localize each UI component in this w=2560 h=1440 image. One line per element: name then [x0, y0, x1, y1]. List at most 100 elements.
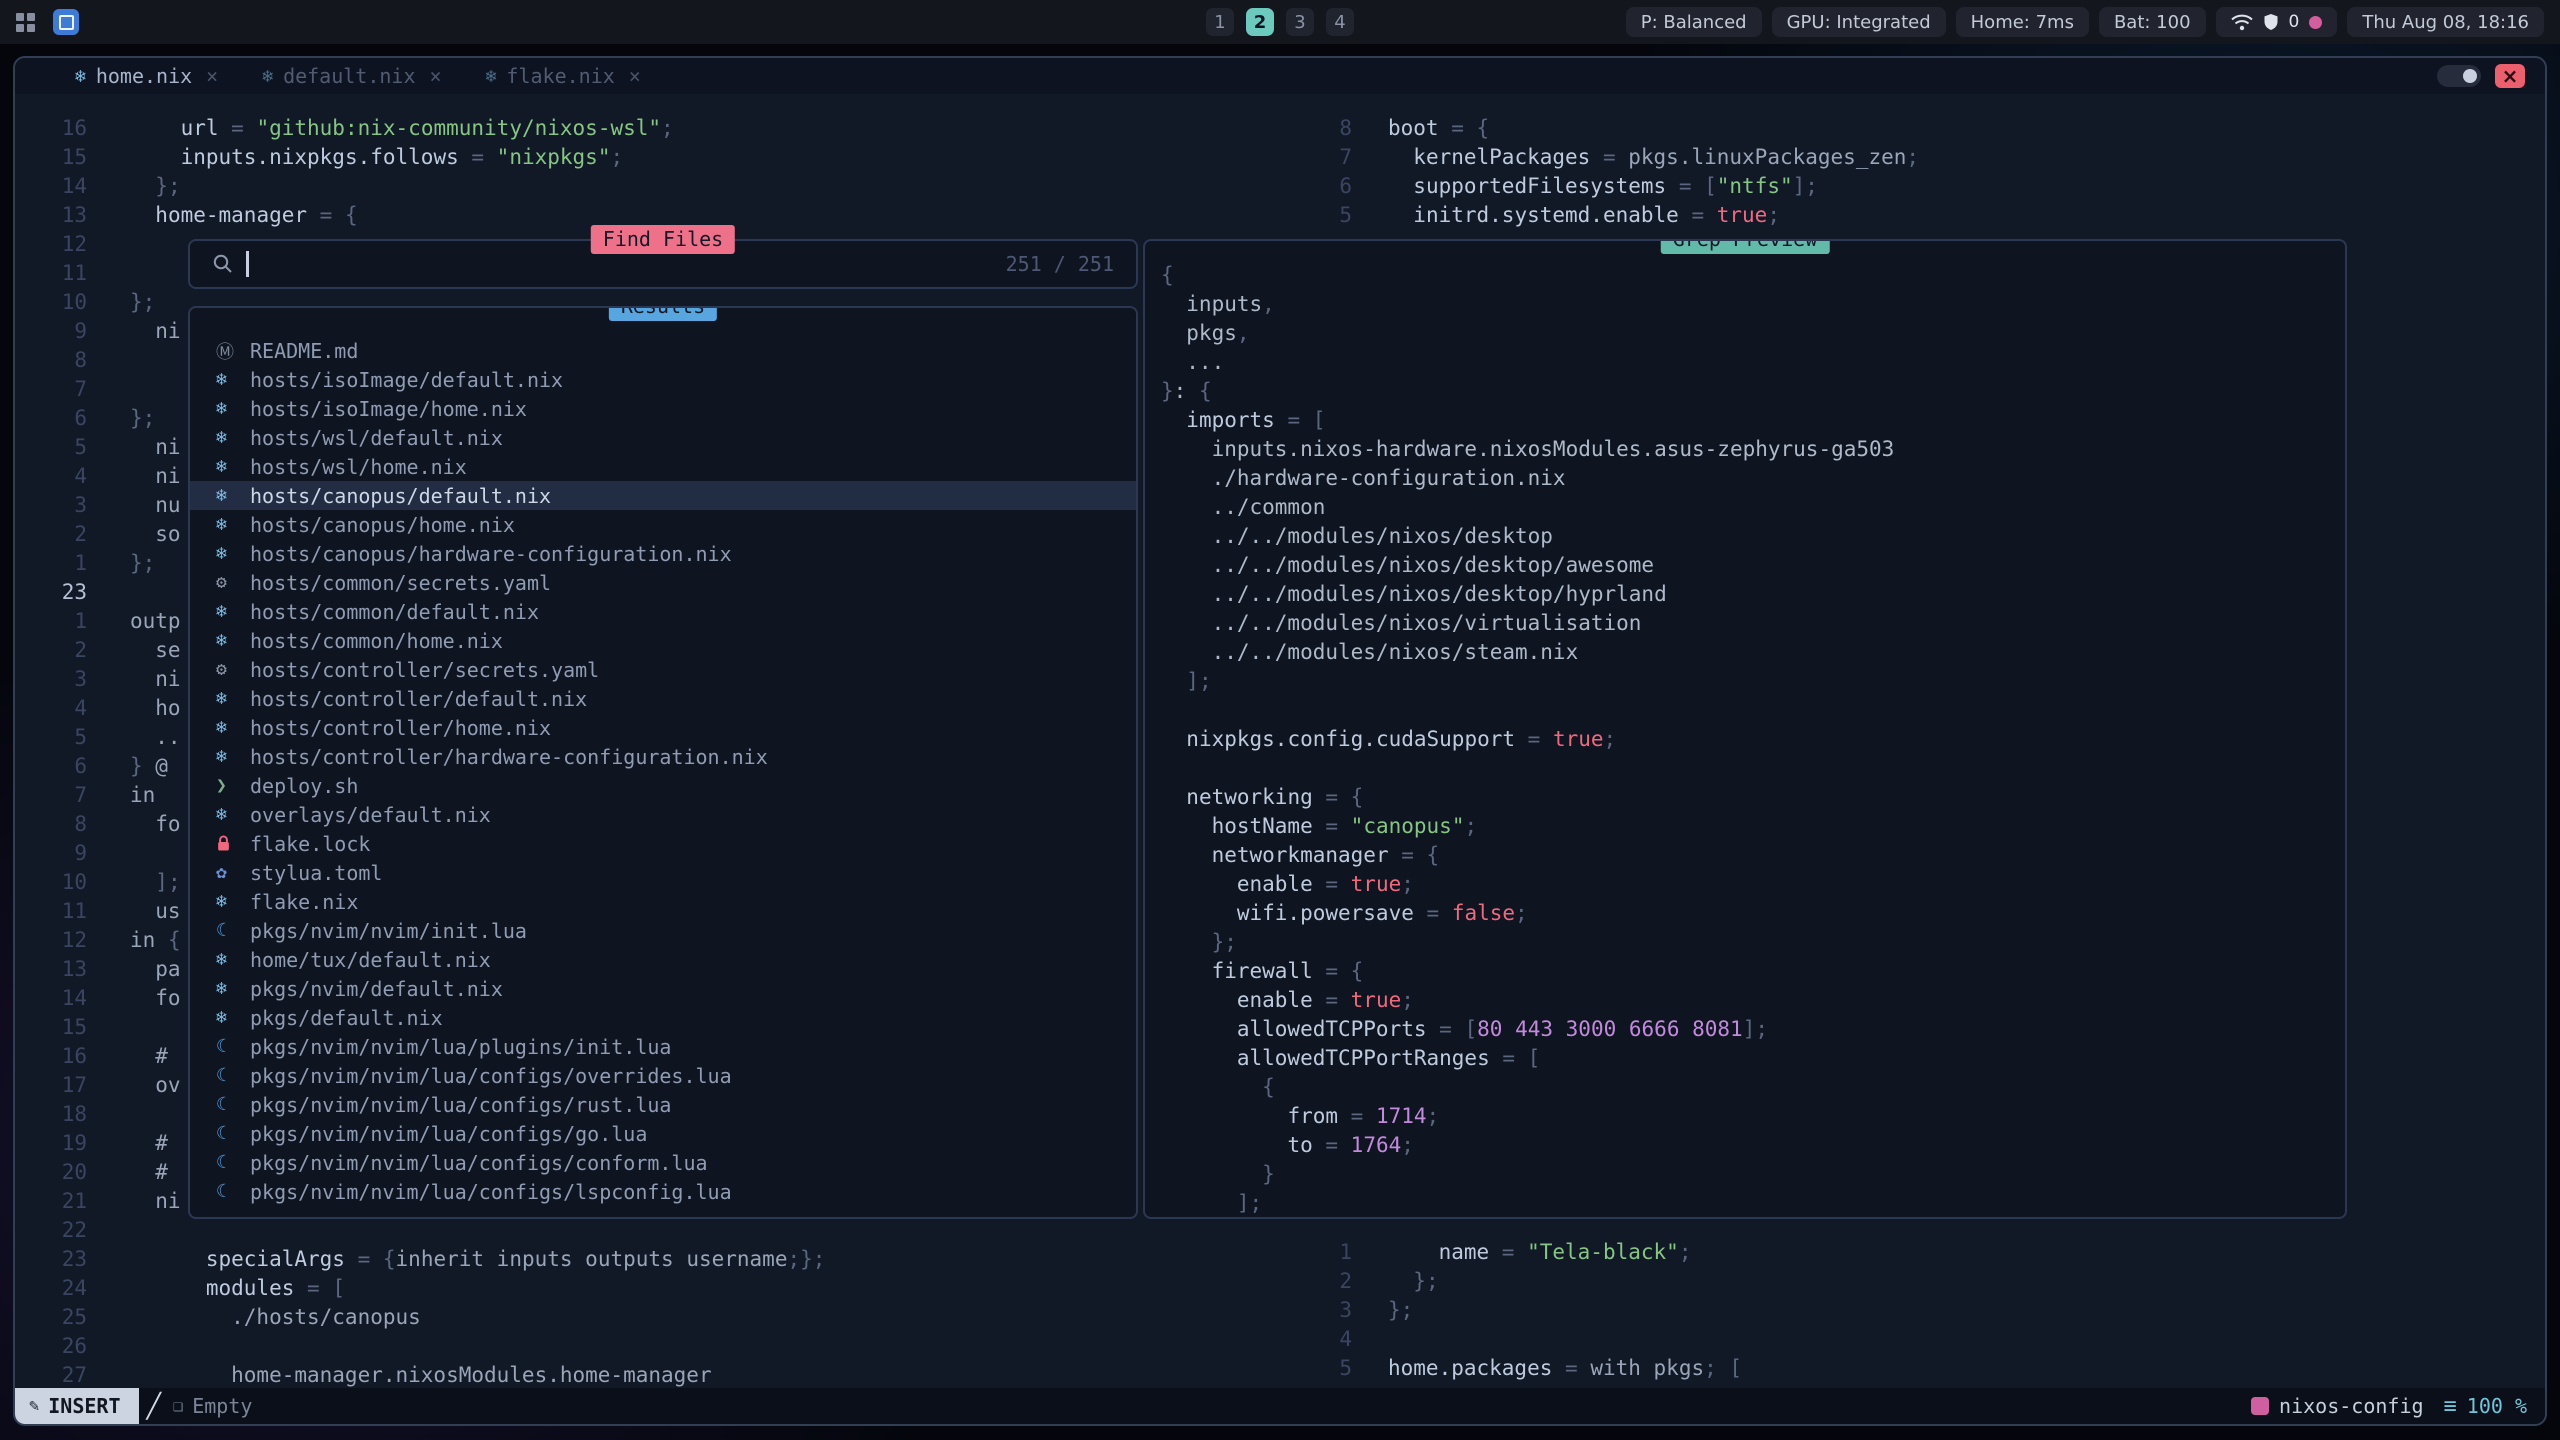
line-number: 11	[15, 259, 87, 288]
right-editor-pane-top[interactable]: 8boot = {7 kernelPackages = pkgs.linuxPa…	[1297, 114, 2537, 230]
workspace-button-4[interactable]: 4	[1326, 8, 1354, 36]
code-line[interactable]: 25 ./hosts/canopus	[15, 1303, 1285, 1332]
finder-result-item[interactable]: ❄hosts/wsl/default.nix	[190, 423, 1136, 452]
code-text: us	[130, 897, 181, 926]
line-number: 13	[15, 201, 87, 230]
clock[interactable]: Thu Aug 08, 18:16	[2347, 7, 2544, 37]
code-line[interactable]: 3};	[1297, 1296, 2537, 1325]
finder-result-item[interactable]: ✿stylua.toml	[190, 858, 1136, 887]
finder-result-item[interactable]: ☾pkgs/nvim/nvim/lua/configs/lspconfig.lu…	[190, 1177, 1136, 1206]
code-text: pa	[130, 955, 181, 984]
code-line[interactable]: 14 };	[15, 172, 1285, 201]
finder-result-item[interactable]: ❄pkgs/default.nix	[190, 1003, 1136, 1032]
result-label: overlays/default.nix	[250, 803, 491, 827]
finder-result-item[interactable]: ❄hosts/isoImage/default.nix	[190, 365, 1136, 394]
workspace-button-1[interactable]: 1	[1206, 8, 1234, 36]
code-line[interactable]: 2 };	[1297, 1267, 2537, 1296]
code-text: };	[130, 172, 181, 201]
finder-result-item[interactable]: ⓂREADME.md	[190, 336, 1136, 365]
line-number: 5	[1297, 201, 1352, 230]
code-text: };	[1388, 1296, 1413, 1325]
finder-result-item[interactable]: ☾pkgs/nvim/nvim/init.lua	[190, 916, 1136, 945]
code-line[interactable]: 22	[15, 1216, 1285, 1245]
code-line[interactable]: 6 supportedFilesystems = ["ntfs"];	[1297, 172, 2537, 201]
right-editor-pane-bottom[interactable]: 1 name = "Tela-black";2 };3};45home.pack…	[1297, 1238, 2537, 1383]
finder-result-item[interactable]: ☾pkgs/nvim/nvim/lua/configs/conform.lua	[190, 1148, 1136, 1177]
finder-result-item[interactable]: ⚙hosts/controller/secrets.yaml	[190, 655, 1136, 684]
finder-result-item[interactable]: ❄flake.nix	[190, 887, 1136, 916]
code-line[interactable]: 5home.packages = with pkgs; [	[1297, 1354, 2537, 1383]
finder-result-item[interactable]: ☾pkgs/nvim/nvim/lua/configs/go.lua	[190, 1119, 1136, 1148]
nix-file-icon: ❄	[216, 1007, 242, 1028]
code-line[interactable]: 26	[15, 1332, 1285, 1361]
preview-line: firewall = {	[1161, 957, 2345, 986]
lua-file-icon: ☾	[216, 920, 242, 941]
finder-result-item[interactable]: ❄overlays/default.nix	[190, 800, 1136, 829]
finder-result-item[interactable]: ☾pkgs/nvim/nvim/lua/configs/rust.lua	[190, 1090, 1136, 1119]
tabbar: ❄home.nix× ❄default.nix× ❄flake.nix× ×	[15, 58, 2545, 94]
code-line[interactable]: 8boot = {	[1297, 114, 2537, 143]
code-line[interactable]: 16 url = "github:nix-community/nixos-wsl…	[15, 114, 1285, 143]
workspace-button-2[interactable]: 2	[1246, 8, 1274, 36]
app-launcher-icon[interactable]	[16, 13, 35, 32]
finder-result-item[interactable]: ❄hosts/controller/hardware-configuration…	[190, 742, 1136, 771]
code-text: name = "Tela-black";	[1388, 1238, 1691, 1267]
finder-result-item[interactable]: ⚙hosts/common/secrets.yaml	[190, 568, 1136, 597]
grep-preview-box[interactable]: Grep Preview { inputs, pkgs, ...}: { imp…	[1143, 239, 2347, 1219]
system-tray[interactable]: 0	[2216, 7, 2338, 37]
tab-close-icon[interactable]: ×	[206, 64, 218, 88]
finder-result-item[interactable]: ☾pkgs/nvim/nvim/lua/plugins/init.lua	[190, 1032, 1136, 1061]
finder-result-item[interactable]: ❄hosts/canopus/home.nix	[190, 510, 1136, 539]
result-label: hosts/canopus/default.nix	[250, 484, 551, 508]
finder-result-item[interactable]: ❯deploy.sh	[190, 771, 1136, 800]
line-number: 15	[15, 1013, 87, 1042]
tab-home.nix[interactable]: ❄home.nix×	[75, 64, 218, 88]
finder-result-item[interactable]: ❄hosts/controller/default.nix	[190, 684, 1136, 713]
code-text: fo	[130, 810, 181, 839]
finder-search-box[interactable]: Find Files 251 / 251	[188, 239, 1138, 289]
code-line[interactable]: 24 modules = [	[15, 1274, 1285, 1303]
tab-default.nix[interactable]: ❄default.nix×	[262, 64, 441, 88]
code-line[interactable]: 4	[1297, 1325, 2537, 1354]
nix-file-icon: ❄	[216, 978, 242, 999]
toggle-switch[interactable]	[2437, 65, 2481, 87]
tab-close-icon[interactable]: ×	[629, 64, 641, 88]
lua-file-icon: ☾	[216, 1123, 242, 1144]
finder-result-item[interactable]: ❄pkgs/nvim/default.nix	[190, 974, 1136, 1003]
finder-result-item[interactable]: ☾pkgs/nvim/nvim/lua/configs/overrides.lu…	[190, 1061, 1136, 1090]
preview-line: {	[1161, 1073, 2345, 1102]
code-line[interactable]: 23 specialArgs = {inherit inputs outputs…	[15, 1245, 1285, 1274]
topbar-left	[16, 9, 79, 35]
line-number: 12	[15, 926, 87, 955]
lua-file-icon: ☾	[216, 1065, 242, 1086]
finder-result-item[interactable]: ❄hosts/isoImage/home.nix	[190, 394, 1136, 423]
markdown-file-icon: Ⓜ	[216, 338, 242, 364]
finder-title: Find Files	[591, 225, 735, 254]
finder-result-item[interactable]: flake.lock	[190, 829, 1136, 858]
preview-line: ../../modules/nixos/desktop	[1161, 522, 2345, 551]
result-label: pkgs/nvim/nvim/lua/configs/lspconfig.lua	[250, 1180, 732, 1204]
tab-close-icon[interactable]: ×	[430, 64, 442, 88]
preview-line: enable = true;	[1161, 986, 2345, 1015]
code-line[interactable]: 27 home-manager.nixosModules.home-manage…	[15, 1361, 1285, 1388]
line-number: 7	[15, 781, 87, 810]
finder-result-item[interactable]: ❄hosts/controller/home.nix	[190, 713, 1136, 742]
active-app-icon[interactable]	[53, 9, 79, 35]
line-number: 7	[15, 375, 87, 404]
battery-pill: Bat: 100	[2099, 7, 2206, 37]
finder-result-item[interactable]: ❄hosts/canopus/hardware-configuration.ni…	[190, 539, 1136, 568]
code-line[interactable]: 5 initrd.systemd.enable = true;	[1297, 201, 2537, 230]
window-close-button[interactable]: ×	[2495, 64, 2525, 88]
finder-result-item[interactable]: ❄hosts/canopus/default.nix	[190, 481, 1136, 510]
finder-result-item[interactable]: ❄hosts/common/default.nix	[190, 597, 1136, 626]
gpu-pill: GPU: Integrated	[1772, 7, 1946, 37]
code-line[interactable]: 7 kernelPackages = pkgs.linuxPackages_ze…	[1297, 143, 2537, 172]
tab-flake.nix[interactable]: ❄flake.nix×	[486, 64, 641, 88]
code-line[interactable]: 15 inputs.nixpkgs.follows = "nixpkgs";	[15, 143, 1285, 172]
preview-line: ./hardware-configuration.nix	[1161, 464, 2345, 493]
finder-result-item[interactable]: ❄hosts/common/home.nix	[190, 626, 1136, 655]
finder-result-item[interactable]: ❄hosts/wsl/home.nix	[190, 452, 1136, 481]
code-line[interactable]: 1 name = "Tela-black";	[1297, 1238, 2537, 1267]
finder-result-item[interactable]: ❄home/tux/default.nix	[190, 945, 1136, 974]
workspace-button-3[interactable]: 3	[1286, 8, 1314, 36]
